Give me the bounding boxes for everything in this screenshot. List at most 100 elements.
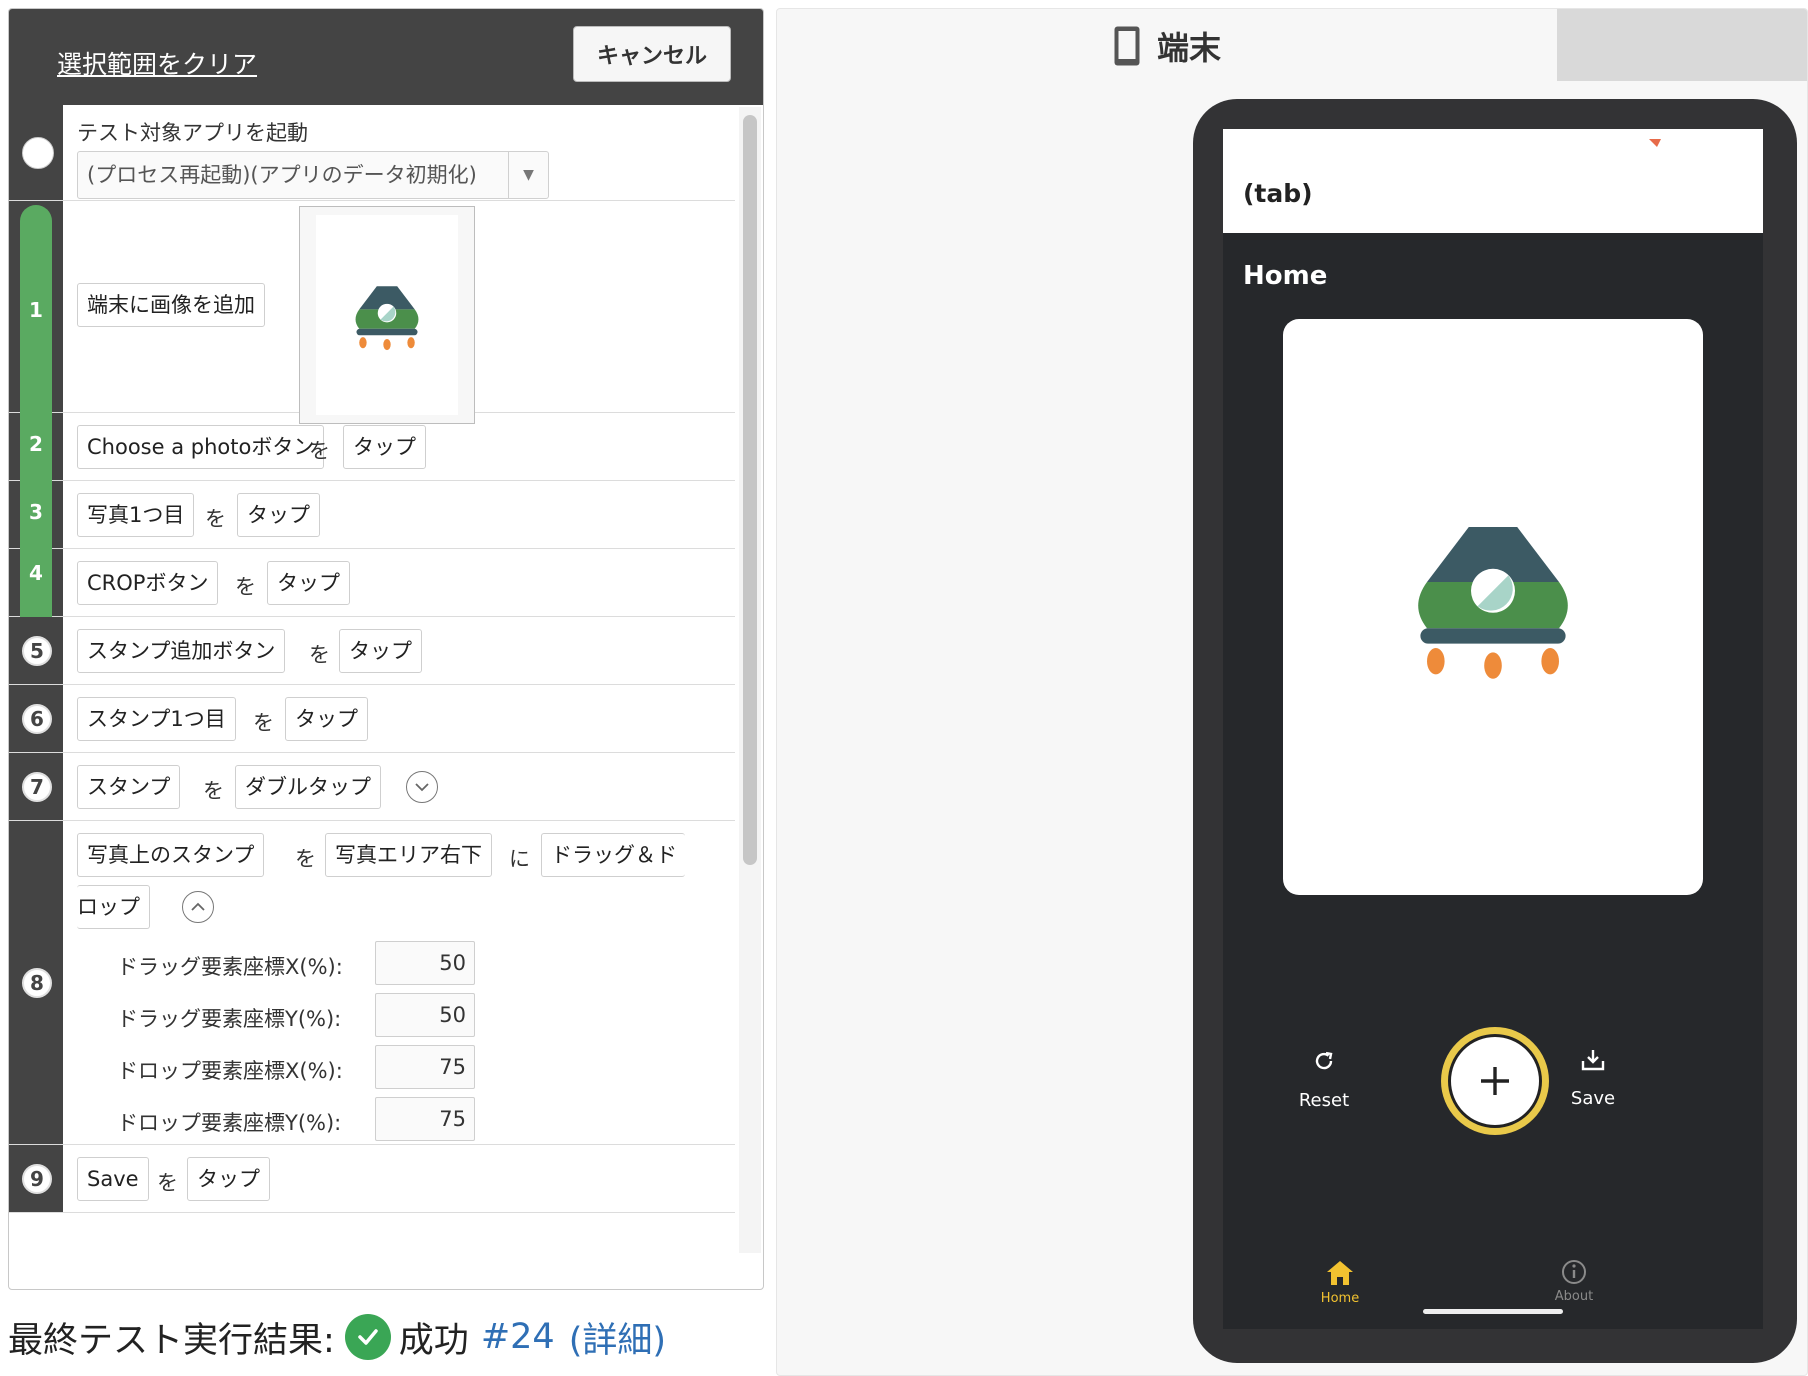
drag-y-input[interactable]: [375, 993, 475, 1037]
device-panel: 端末 (tab) Home Reset Save Home About: [776, 8, 1808, 1376]
step-action-chip[interactable]: タップ: [343, 425, 426, 469]
launch-options-select[interactable]: (プロセス再起動)(アプリのデータ初期化) ▼: [77, 151, 549, 199]
step-particle: を: [157, 1171, 178, 1195]
step-row-5[interactable]: 5 スタンプ追加ボタン を タップ: [9, 617, 735, 685]
chevron-down-icon: [415, 783, 429, 792]
step-particle: に: [509, 847, 530, 871]
panel-header: 選択範囲をクリア キャンセル: [9, 9, 763, 105]
add-fab-button[interactable]: [1441, 1027, 1549, 1135]
app-bar: (tab): [1223, 129, 1763, 233]
page-title: Home: [1243, 261, 1328, 291]
selected-steps-bar[interactable]: 1 2 3 4: [20, 205, 52, 643]
drag-x-label: ドラッグ要素座標X(%):: [117, 955, 343, 979]
step-row-4[interactable]: CROPボタン を タップ: [9, 549, 735, 617]
home-indicator: [1423, 1309, 1563, 1314]
step-number: 3: [29, 500, 43, 524]
drag-x-input[interactable]: [375, 941, 475, 985]
step-action-chip[interactable]: 端末に画像を追加: [77, 283, 265, 327]
cancel-button[interactable]: キャンセル: [573, 26, 731, 82]
step-target-chip[interactable]: 写真上のスタンプ: [77, 833, 265, 877]
refresh-icon: [1315, 1051, 1333, 1070]
mobile-device-icon: [1114, 26, 1140, 66]
rocket-icon[interactable]: [1405, 505, 1581, 681]
step-target-chip[interactable]: 写真1つ目: [77, 493, 195, 537]
step-target-chip[interactable]: Save: [77, 1157, 149, 1201]
step-action-chip[interactable]: ダブルタップ: [235, 765, 381, 809]
step-particle: を: [235, 575, 256, 599]
rocket-icon: [355, 286, 419, 351]
step-action-chip-continued[interactable]: ロップ: [77, 885, 150, 929]
save-label: Save: [1570, 1088, 1616, 1109]
nav-home[interactable]: Home: [1313, 1259, 1367, 1306]
drop-y-input[interactable]: [375, 1097, 475, 1141]
save-button[interactable]: Save: [1563, 1047, 1623, 1109]
photo-card[interactable]: [1283, 319, 1703, 895]
app-bar-title: (tab): [1243, 179, 1313, 208]
step-number: 7: [22, 772, 52, 802]
info-icon: [1562, 1260, 1586, 1284]
step-target-chip[interactable]: CROPボタン: [77, 561, 219, 605]
reset-button[interactable]: Reset: [1289, 1049, 1359, 1111]
expand-toggle[interactable]: [406, 771, 438, 803]
device-title: 端末: [1156, 29, 1221, 67]
nav-home-label: Home: [1320, 1291, 1360, 1306]
step-action-chip[interactable]: ドラッグ＆ド: [541, 833, 685, 877]
debug-banner-icon: [1649, 139, 1661, 147]
run-number-link[interactable]: #24: [481, 1317, 555, 1357]
download-icon: [1581, 1050, 1605, 1071]
step-action-chip[interactable]: タップ: [285, 697, 368, 741]
step-row-8[interactable]: 8 写真上のスタンプ を 写真エリア右下 に ドラッグ＆ド ロップ ドラッグ要素…: [9, 821, 735, 1145]
step-particle: を: [295, 847, 316, 871]
step-title: テスト対象アプリを起動: [77, 121, 308, 145]
image-thumbnail[interactable]: [299, 206, 475, 424]
phone-frame: (tab) Home Reset Save Home About: [1193, 99, 1797, 1363]
step-row-6[interactable]: 6 スタンプ1つ目 を タップ: [9, 685, 735, 753]
step-row-2[interactable]: Choose a photoボタン を タップ: [9, 413, 735, 481]
device-header: 端末: [777, 23, 1557, 69]
chevron-up-icon: [191, 902, 205, 911]
step-particle: を: [253, 711, 274, 735]
step-target-chip[interactable]: スタンプ: [77, 765, 181, 809]
result-status: 成功: [398, 1320, 469, 1361]
step-number: 1: [29, 298, 43, 322]
step-number: 4: [29, 561, 43, 585]
test-result-line: 最終テスト実行結果: 成功 #24 (詳細): [8, 1312, 666, 1362]
step-action-chip[interactable]: タップ: [339, 629, 422, 673]
step-target-chip[interactable]: スタンプ追加ボタン: [77, 629, 286, 673]
nav-about-label: About: [1554, 1289, 1594, 1304]
clear-selection-link[interactable]: 選択範囲をクリア: [57, 45, 257, 81]
step-action-chip[interactable]: タップ: [237, 493, 320, 537]
phone-screen[interactable]: (tab) Home Reset Save Home About: [1223, 129, 1763, 1329]
step-target-chip[interactable]: Choose a photoボタン: [77, 425, 325, 469]
drop-y-label: ドロップ要素座標Y(%):: [117, 1111, 342, 1135]
nav-about[interactable]: About: [1547, 1259, 1601, 1304]
launch-options-value: (プロセス再起動)(アプリのデータ初期化): [87, 163, 477, 187]
step-particle: を: [309, 439, 330, 463]
test-steps-panel: 選択範囲をクリア キャンセル テスト対象アプリを起動 (プロセス再起動)(アプリ…: [8, 8, 764, 1290]
step-select-radio[interactable]: [22, 137, 54, 169]
step-target-chip[interactable]: スタンプ1つ目: [77, 697, 236, 741]
chevron-down-icon: ▼: [508, 152, 548, 198]
home-icon: [1327, 1261, 1353, 1285]
step-particle: を: [309, 643, 330, 667]
step-number: 6: [22, 704, 52, 734]
result-detail-link[interactable]: (詳細): [569, 1312, 666, 1363]
step-row-9[interactable]: 9 Save を タップ: [9, 1145, 735, 1213]
step-number: 9: [22, 1164, 52, 1194]
reset-label: Reset: [1298, 1090, 1350, 1111]
step-particle: を: [205, 507, 226, 531]
step-number: 5: [22, 636, 52, 666]
step-row-1[interactable]: 端末に画像を追加: [9, 201, 735, 424]
step-action-chip[interactable]: タップ: [267, 561, 350, 605]
step-destination-chip[interactable]: 写真エリア右下: [325, 833, 492, 877]
step-list[interactable]: テスト対象アプリを起動 (プロセス再起動)(アプリのデータ初期化) ▼ 端末に画…: [9, 105, 735, 1251]
step-row-7[interactable]: 7 スタンプ を ダブルタップ: [9, 753, 735, 821]
step-action-chip[interactable]: タップ: [187, 1157, 270, 1201]
collapse-toggle[interactable]: [182, 891, 214, 923]
step-row-launch[interactable]: テスト対象アプリを起動 (プロセス再起動)(アプリのデータ初期化) ▼: [9, 105, 735, 201]
scrollbar-thumb[interactable]: [743, 115, 757, 865]
drop-x-input[interactable]: [375, 1045, 475, 1089]
step-row-3[interactable]: 写真1つ目 を タップ: [9, 481, 735, 549]
drop-x-label: ドロップ要素座標X(%):: [117, 1059, 343, 1083]
plus-icon: [1481, 1067, 1509, 1095]
